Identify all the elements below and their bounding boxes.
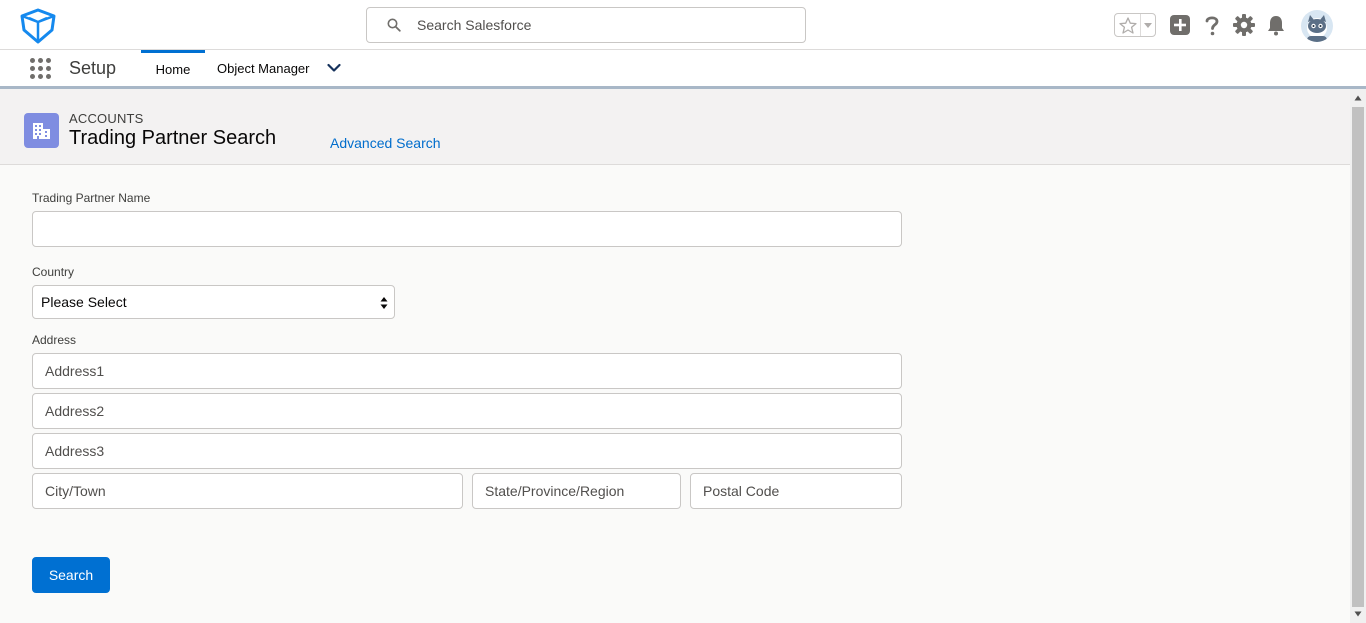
add-icon[interactable] <box>1168 13 1192 37</box>
select-arrows-icon <box>380 297 388 309</box>
building-icon <box>33 123 50 139</box>
trading-partner-name-input[interactable] <box>32 211 902 247</box>
page-header: ACCOUNTS Trading Partner Search Advanced… <box>0 89 1350 165</box>
address-label: Address <box>32 333 77 347</box>
app-logo-icon[interactable] <box>18 8 58 44</box>
help-icon[interactable] <box>1200 13 1224 37</box>
scroll-up-arrow-icon[interactable] <box>1354 95 1362 101</box>
gear-icon[interactable] <box>1232 13 1256 37</box>
caret-down-icon[interactable] <box>1143 22 1153 30</box>
context-bar: Setup Home Object Manager <box>0 50 1366 89</box>
app-launcher-icon[interactable] <box>30 58 52 80</box>
main-content: ACCOUNTS Trading Partner Search Advanced… <box>0 89 1350 623</box>
trading-partner-name-label: Trading Partner Name <box>32 191 151 205</box>
avatar-icon <box>1307 15 1327 42</box>
tab-home[interactable]: Home <box>141 50 205 86</box>
star-icon[interactable] <box>1118 16 1138 36</box>
country-selected-value: Please Select <box>41 294 127 310</box>
favorites-button-group[interactable] <box>1114 13 1156 37</box>
global-search-input[interactable] <box>417 8 797 42</box>
chevron-down-icon[interactable] <box>327 63 341 73</box>
scroll-down-arrow-icon[interactable] <box>1354 611 1362 617</box>
tab-object-manager[interactable]: Object Manager <box>217 50 310 86</box>
vertical-scrollbar[interactable] <box>1350 89 1366 623</box>
country-select[interactable]: Please Select <box>32 285 395 319</box>
user-avatar[interactable] <box>1301 10 1333 42</box>
state-input[interactable] <box>472 473 681 509</box>
postal-code-input[interactable] <box>690 473 902 509</box>
page-title: Trading Partner Search <box>69 127 277 149</box>
address3-input[interactable] <box>32 433 902 469</box>
advanced-search-link[interactable]: Advanced Search <box>330 135 441 151</box>
global-header <box>0 0 1366 50</box>
country-label: Country <box>32 265 75 279</box>
notification-bell-icon[interactable] <box>1264 13 1288 37</box>
city-input[interactable] <box>32 473 463 509</box>
app-name: Setup <box>69 58 117 78</box>
scrollbar-thumb[interactable] <box>1352 107 1364 607</box>
search-icon <box>387 18 401 32</box>
address1-input[interactable] <box>32 353 902 389</box>
favorites-divider <box>1140 14 1141 36</box>
object-label: ACCOUNTS <box>69 111 144 126</box>
account-object-icon <box>24 113 59 148</box>
address2-input[interactable] <box>32 393 902 429</box>
search-button[interactable]: Search <box>32 557 110 593</box>
global-search[interactable] <box>366 7 806 43</box>
